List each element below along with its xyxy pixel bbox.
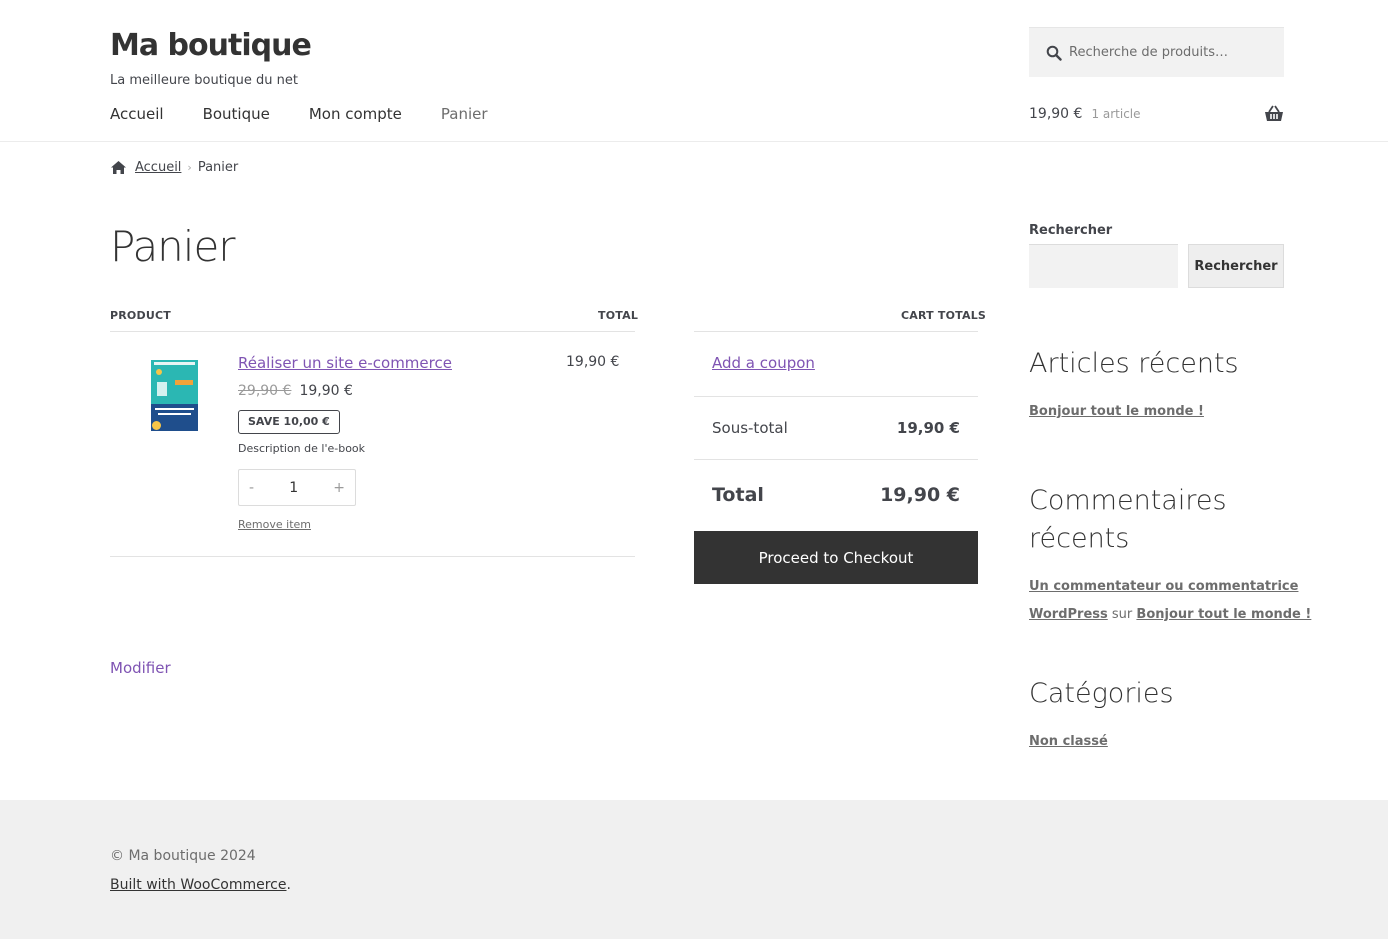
cart-item-divider (110, 556, 635, 557)
comment-sur-text: sur (1111, 607, 1133, 622)
product-name-link[interactable]: Réaliser un site e-commerce (238, 354, 452, 372)
sidebar-search-label: Rechercher (1029, 223, 1113, 238)
line-total: 19,90 € (566, 354, 620, 370)
table-header-divider (110, 331, 635, 332)
header-divider (0, 141, 1388, 142)
comment-author-link[interactable]: Un commentateur ou commentatrice (1029, 573, 1298, 601)
recent-posts-title: Articles récents (1029, 348, 1239, 379)
quantity-decrease-button[interactable]: - (249, 480, 254, 496)
recent-comments-title-line-2: récents (1029, 523, 1130, 554)
site-footer (0, 800, 1388, 939)
mini-cart-amount: 19,90 € (1029, 106, 1083, 122)
product-price: 29,90 € 19,90 € (238, 383, 353, 399)
mini-cart[interactable]: 19,90 € 1 article (1029, 105, 1284, 123)
recent-comments-title-line-1: Commentaires (1029, 485, 1227, 516)
recent-post-link[interactable]: Bonjour tout le monde ! (1029, 398, 1204, 426)
breadcrumb-current: Panier (197, 160, 239, 175)
quantity-increase-button[interactable]: + (333, 480, 345, 496)
breadcrumb: Accueil › Panier (110, 160, 238, 175)
site-tagline: La meilleure boutique du net (110, 73, 298, 88)
column-header-product: PRODUCT (110, 309, 171, 322)
footer-credit-suffix: . (286, 877, 291, 893)
subtotal-value: 19,90 € (896, 419, 960, 437)
site-title[interactable]: Ma boutique (110, 28, 312, 63)
modify-link[interactable]: Modifier (110, 659, 171, 677)
product-search[interactable] (1029, 27, 1284, 77)
footer-copyright: © Ma boutique 2024 (110, 848, 256, 864)
product-search-input[interactable] (1069, 45, 1279, 60)
quantity-stepper[interactable]: - 1 + (238, 469, 356, 506)
quantity-value[interactable]: 1 (289, 480, 298, 496)
comment-post-link[interactable]: Bonjour tout le monde ! (1136, 607, 1311, 622)
total-label: Total (712, 484, 764, 506)
woocommerce-link[interactable]: Built with WooCommerce (110, 877, 287, 893)
page-title: Panier (110, 222, 236, 271)
cart-totals-header: CART TOTALS (901, 309, 987, 322)
subtotal-divider (694, 459, 978, 460)
product-thumbnail[interactable] (151, 360, 198, 431)
category-link-non-classe[interactable]: Non classé (1029, 728, 1108, 756)
add-coupon-link[interactable]: Add a coupon (712, 354, 815, 372)
totals-header-divider (694, 331, 978, 332)
home-icon (111, 161, 126, 174)
sidebar-search-button[interactable]: Rechercher (1188, 244, 1284, 288)
total-value: 19,90 € (880, 484, 960, 506)
comment-author-link-cont[interactable]: WordPress (1029, 607, 1108, 622)
savings-badge: SAVE 10,00 € (238, 410, 340, 434)
proceed-to-checkout-button[interactable]: Proceed to Checkout (694, 531, 978, 584)
sale-price: 19,90 € (299, 383, 353, 399)
regular-price: 29,90 € (238, 383, 292, 399)
breadcrumb-home-link[interactable]: Accueil (135, 160, 181, 175)
nav-item-accueil[interactable]: Accueil (110, 105, 164, 123)
nav-item-mon-compte[interactable]: Mon compte (309, 105, 402, 123)
primary-nav: Accueil Boutique Mon compte Panier (110, 105, 527, 123)
product-description: Description de l'e-book (238, 442, 366, 455)
coupon-divider (694, 396, 978, 397)
subtotal-label: Sous-total (712, 419, 788, 437)
basket-icon (1265, 105, 1283, 121)
remove-item-link[interactable]: Remove item (238, 518, 311, 531)
nav-item-panier[interactable]: Panier (441, 105, 488, 123)
sidebar-search-input[interactable] (1029, 244, 1178, 288)
categories-title: Catégories (1029, 678, 1174, 709)
mini-cart-count: 1 article (1091, 107, 1141, 121)
nav-item-boutique[interactable]: Boutique (203, 105, 270, 123)
search-icon (1046, 45, 1062, 61)
recent-comment-line: WordPress sur Bonjour tout le monde ! (1029, 601, 1311, 629)
column-header-total: TOTAL (598, 309, 639, 322)
footer-credit: Built with WooCommerce. (110, 877, 291, 893)
chevron-right-icon: › (187, 161, 192, 174)
